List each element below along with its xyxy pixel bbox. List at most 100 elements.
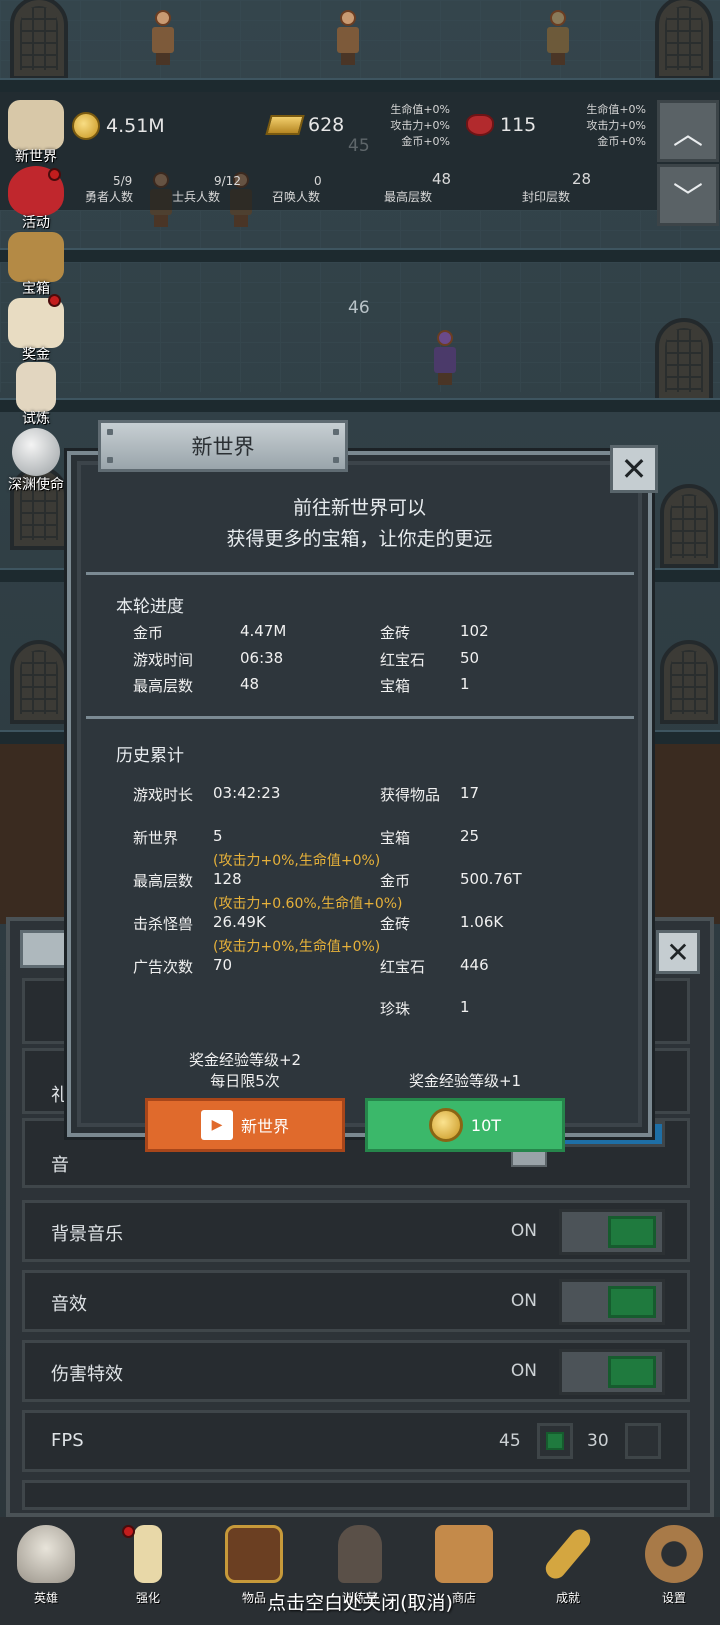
history-ads-label: 广告次数 [133, 958, 194, 976]
history-chest-label: 宝箱 [380, 829, 411, 847]
history-title: 历史累计 [116, 746, 184, 766]
ad-button-label: 新世界 [240, 1117, 289, 1136]
close-hint[interactable]: 点击空白处关闭(取消) [0, 1588, 720, 1615]
damage-fx-toggle[interactable] [559, 1349, 665, 1395]
candle-icon [134, 1525, 162, 1583]
wall-bricks [0, 210, 720, 250]
history-floor-label: 最高层数 [133, 872, 194, 890]
history-items-value: 17 [460, 784, 480, 802]
notification-dot [48, 168, 61, 181]
gold-bar-counter: 628 [265, 114, 345, 136]
round-bars-value: 102 [460, 622, 489, 640]
ad-button-note: 奖金经验等级+2 每日限5次 [188, 1051, 302, 1090]
kills-bonus: (攻击力+0%,生命值+0%) [213, 939, 381, 955]
book-icon [225, 1525, 283, 1583]
coin-new-world-button[interactable]: 10T [365, 1098, 565, 1152]
history-kills-label: 击杀怪兽 [133, 915, 194, 933]
treasure-chest-icon [8, 232, 64, 282]
coin-button-label: 10T [470, 1115, 502, 1135]
gold-bar-value: 628 [308, 114, 345, 136]
settings-row-fps: FPS 45 30 [22, 1410, 690, 1472]
fps-45-label: 45 [499, 1431, 521, 1451]
sfx-state: ON [510, 1291, 537, 1311]
history-ruby-value: 446 [460, 956, 489, 974]
history-gold-label: 金币 [380, 872, 411, 890]
history-bars-label: 金砖 [380, 915, 411, 933]
hero-sprite [335, 10, 361, 68]
scroll-up-button[interactable]: ︿ [657, 100, 719, 162]
floor-number: 46 [348, 298, 370, 318]
round-time-label: 游戏时间 [133, 651, 194, 669]
history-duration-label: 游戏时长 [133, 786, 194, 804]
bgm-state: ON [510, 1221, 537, 1241]
settings-close-button[interactable]: ✕ [656, 930, 700, 974]
dialog-close-button[interactable]: ✕ [610, 445, 658, 493]
round-chest-value: 1 [460, 675, 470, 693]
heroes-count: 5/9 勇者人数 [85, 174, 134, 204]
close-icon: ✕ [666, 935, 690, 969]
video-play-icon: ▶ [200, 1110, 233, 1140]
round-floor-value: 48 [240, 675, 260, 693]
castle-icon [8, 100, 64, 150]
history-pearl-value: 1 [460, 998, 470, 1016]
floor-ledge [0, 248, 720, 262]
gold-value: 4.51M [106, 115, 165, 137]
watch-ad-new-world-button[interactable]: ▶ 新世界 [145, 1098, 345, 1152]
fps-45-checkbox[interactable] [537, 1423, 573, 1459]
menu-trial[interactable]: 试炼 [2, 362, 70, 430]
notification-dot [122, 1525, 135, 1538]
history-gold-value: 500.76T [460, 870, 522, 888]
settings-row-sfx: 音效 ON [22, 1270, 690, 1332]
round-ruby-value: 50 [460, 649, 480, 667]
fps-label: FPS [51, 1430, 84, 1451]
history-newworld-label: 新世界 [133, 829, 179, 847]
menu-new-world[interactable]: 新世界 [2, 100, 70, 168]
monster-sprite [545, 10, 571, 68]
hero-sprite [150, 10, 176, 68]
history-kills-value: 26.49K [213, 913, 266, 931]
round-floor-label: 最高层数 [133, 677, 194, 695]
skull-icon [17, 1525, 75, 1583]
round-gold-value: 4.47M [240, 622, 287, 640]
soldiers-count: 9/12 士兵人数 [172, 174, 241, 204]
gold-coin-icon [72, 112, 100, 140]
lantern-icon [338, 1525, 382, 1583]
dungeon-door [655, 0, 713, 80]
dungeon-door [655, 318, 713, 402]
newworld-bonus: (攻击力+0%,生命值+0%) [213, 853, 381, 869]
menu-chest[interactable]: 宝箱 [2, 232, 70, 300]
damage-fx-label: 伤害特效 [51, 1364, 123, 1385]
ruby-value: 115 [500, 114, 537, 136]
bgm-label: 背景音乐 [51, 1224, 123, 1245]
history-bars-value: 1.06K [460, 913, 504, 931]
round-progress-title: 本轮进度 [116, 597, 184, 617]
round-gold-label: 金币 [133, 624, 164, 642]
history-floor-value: 128 [213, 870, 242, 888]
settings-row-bgm: 背景音乐 ON [22, 1200, 690, 1262]
menu-bonus[interactable]: 奖金 [2, 294, 70, 366]
chevron-up-icon: ︿ [673, 117, 703, 152]
ruby-icon [466, 114, 494, 136]
scroll-down-button[interactable]: ﹀ [657, 164, 719, 226]
wall-bricks [0, 262, 720, 392]
gear-icon [645, 1525, 703, 1583]
history-duration-value: 03:42:23 [213, 784, 281, 802]
gold-coin-icon [428, 1108, 463, 1142]
bgm-toggle[interactable] [559, 1209, 665, 1255]
sfx-toggle[interactable] [559, 1279, 665, 1325]
round-chest-label: 宝箱 [380, 677, 411, 695]
close-icon: ✕ [620, 450, 648, 488]
dungeon-door [660, 640, 718, 724]
history-pearl-label: 珍珠 [380, 1000, 411, 1018]
gold-counter: 4.51M [72, 112, 165, 140]
seal-floor-count: 28 封印层数 [522, 170, 592, 204]
menu-abyss-mission[interactable]: 深渊使命 [2, 428, 70, 496]
damage-fx-state: ON [510, 1361, 537, 1381]
menu-activity[interactable]: 活动 [2, 166, 70, 234]
history-chest-value: 25 [460, 827, 480, 845]
fps-30-label: 30 [587, 1431, 609, 1451]
floor-ledge [0, 398, 720, 412]
settings-row-damage-fx: 伤害特效 ON [22, 1340, 690, 1402]
fps-30-checkbox[interactable] [625, 1423, 661, 1459]
beer-mug-icon [435, 1525, 493, 1583]
